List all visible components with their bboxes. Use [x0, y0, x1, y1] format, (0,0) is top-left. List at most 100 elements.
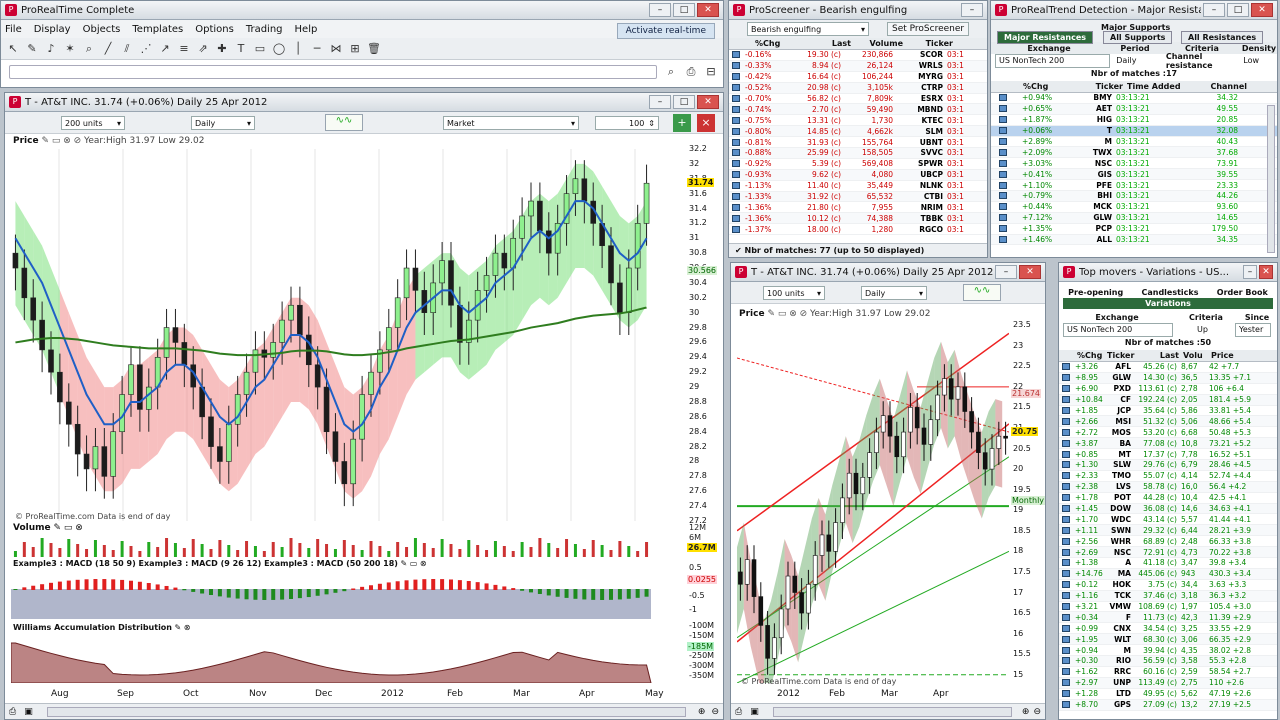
mini-chart-icon[interactable] — [732, 116, 740, 124]
movers-row[interactable]: +1.28 LTD 49.95 (c) 5,62 47.19 +2.6 — [1059, 689, 1277, 700]
mini-chart-icon[interactable] — [999, 94, 1007, 102]
mini-chart-icon[interactable] — [732, 105, 740, 113]
trend-period-select[interactable]: Daily — [1110, 56, 1166, 65]
mini-chart-icon[interactable] — [732, 84, 740, 92]
fibonacci-icon[interactable]: ≡ — [176, 41, 192, 57]
mini-chart-icon[interactable] — [1062, 483, 1070, 491]
trend-row[interactable]: +2.09% TWX 03:13:21 37.68 — [991, 147, 1277, 159]
mini-chart-icon[interactable] — [1062, 548, 1070, 556]
movers-col-ticker[interactable]: Ticker — [1105, 351, 1135, 360]
chart1-count-input[interactable]: 100 ⇕ — [595, 116, 659, 130]
chart1-macd-panel[interactable] — [11, 569, 685, 619]
trend-row[interactable]: +1.87% HIG 03:13:21 20.85 — [991, 115, 1277, 126]
mini-chart-icon[interactable] — [732, 214, 740, 222]
screener-row[interactable]: -0.88% 25.99 (c) 158,505 SVVC 03:1 — [729, 148, 987, 159]
movers-row[interactable]: +1.16 TCK 37.46 (c) 3,18 36.3 +3.2 — [1059, 590, 1277, 602]
movers-row[interactable]: +1.95 WLT 68.30 (c) 3,06 66.35 +2.9 — [1059, 634, 1277, 646]
screener-row[interactable]: -0.75% 13.31 (c) 1,730 KTEC 03:1 — [729, 115, 987, 127]
text-icon[interactable]: T — [233, 41, 249, 57]
trend-row[interactable]: +0.06% T 03:13:21 32.08 — [991, 125, 1277, 137]
activate-realtime-button[interactable]: Activate real-time — [616, 23, 715, 39]
movers-close-button[interactable]: ✕ — [1259, 265, 1273, 279]
chart2-style-icon[interactable]: ∿∿ — [963, 284, 1001, 301]
screener-row[interactable]: -0.70% 56.82 (c) 7,809k ESRX 03:1 — [729, 94, 987, 105]
mini-chart-icon[interactable] — [1062, 526, 1070, 534]
chart1-market-select[interactable]: Market ▾ — [443, 116, 579, 130]
chart1-title-bar[interactable]: P T - AT&T INC. 31.74 (+0.06%) Daily 25 … — [5, 93, 723, 112]
movers-row[interactable]: +0.34 F 11.73 (c) 42,3 11.39 +2.9 — [1059, 612, 1277, 624]
menu-help[interactable]: Help — [295, 24, 318, 35]
menu-templates[interactable]: Templates — [132, 24, 183, 35]
rectangle-icon[interactable]: ▭ — [252, 41, 268, 57]
close-button[interactable]: ✕ — [697, 3, 719, 17]
screener-row[interactable]: -0.52% 20.98 (c) 3,105k CTRP 03:1 — [729, 82, 987, 94]
mini-chart-icon[interactable] — [1062, 363, 1070, 371]
remove-indicator-icon[interactable]: × — [697, 114, 715, 132]
movers-row[interactable]: +2.33 TMO 55.07 (c) 4,14 52.74 +4.4 — [1059, 471, 1277, 482]
mini-chart-icon[interactable] — [732, 127, 740, 135]
mini-chart-icon[interactable] — [1062, 701, 1070, 709]
menu-options[interactable]: Options — [195, 24, 234, 35]
mini-chart-icon[interactable] — [999, 138, 1007, 145]
movers-row[interactable]: +3.26 AFL 45.26 (c) 8,67 42 +7.7 — [1059, 362, 1277, 373]
mini-chart-icon[interactable] — [1062, 581, 1070, 589]
movers-row[interactable]: +8.70 GPS 27.09 (c) 13,2 27.19 +2.5 — [1059, 699, 1277, 711]
trend-row[interactable]: +0.94% BMY 03:13:21 34.32 — [991, 93, 1277, 104]
tab-candlesticks[interactable]: Candlesticks — [1141, 288, 1198, 297]
movers-row[interactable]: +2.66 MSI 51.32 (c) 5,06 48.66 +5.4 — [1059, 416, 1277, 428]
mini-chart-icon[interactable] — [999, 159, 1007, 167]
movers-since-select[interactable]: Yester — [1235, 322, 1271, 337]
chart1-period-select[interactable]: Daily ▾ — [191, 116, 255, 130]
minimize-button[interactable]: – — [649, 3, 671, 17]
movers-row[interactable]: +1.38 A 41.18 (c) 3,47 39.8 +3.4 — [1059, 558, 1277, 569]
tab-all-supports[interactable]: All Supports — [1103, 31, 1173, 44]
layout-icon[interactable]: ⊟ — [703, 64, 719, 80]
trend-close-button[interactable]: ✕ — [1251, 3, 1273, 17]
movers-row[interactable]: +8.95 GLW 14.30 (c) 36,5 13.35 +7.1 — [1059, 372, 1277, 384]
movers-col-volume[interactable]: Volu — [1181, 351, 1209, 360]
mini-chart-icon[interactable] — [1062, 515, 1070, 523]
screener-row[interactable]: -0.93% 9.62 (c) 4,080 UBCP 03:1 — [729, 169, 987, 181]
trend-row[interactable]: +1.46% ALL 03:13:21 34.35 — [991, 234, 1277, 246]
trend-density-select[interactable]: Low — [1243, 56, 1277, 65]
main-title-bar[interactable]: P ProRealTime Complete – □ ✕ — [1, 1, 723, 20]
trend-row[interactable]: +0.41% GIS 03:13:21 39.55 — [991, 169, 1277, 181]
mini-chart-icon[interactable] — [732, 171, 740, 179]
movers-criteria-select[interactable]: Up — [1173, 325, 1235, 334]
trend-row[interactable]: +2.89% M 03:13:21 40.43 — [991, 137, 1277, 148]
tab-pre-opening[interactable]: Pre-opening — [1068, 288, 1123, 297]
mini-chart-icon[interactable] — [1062, 396, 1070, 404]
movers-row[interactable]: +1.85 JCP 35.64 (c) 5,86 33.81 +5.4 — [1059, 406, 1277, 417]
mini-chart-icon[interactable] — [1062, 374, 1070, 382]
tab-variations[interactable]: Variations — [1063, 298, 1273, 309]
chart2-units-select[interactable]: 100 units ▾ — [763, 286, 825, 300]
mini-chart-icon[interactable] — [1062, 635, 1070, 643]
trend-row[interactable]: +0.44% MCK 03:13:21 93.60 — [991, 202, 1277, 213]
chart2-minimize-button[interactable]: – — [995, 265, 1017, 279]
trend-exchange-select[interactable]: US NonTech 200 — [995, 53, 1111, 68]
movers-row[interactable]: +2.69 NSC 72.91 (c) 4,73 70.22 +3.8 — [1059, 547, 1277, 559]
mini-chart-icon[interactable] — [1062, 657, 1070, 665]
trend-row[interactable]: +0.79% BHI 03:13:21 44.26 — [991, 191, 1277, 202]
zoom-icon[interactable]: ⌕ — [81, 41, 97, 57]
chart2-zoom-out-icon[interactable]: ⊖ — [1033, 707, 1041, 717]
chart2-camera-icon[interactable]: ▣ — [750, 707, 759, 717]
screener-row[interactable]: -1.36% 10.12 (c) 74,388 TBBK 03:1 — [729, 213, 987, 225]
horizontal-line-icon[interactable]: ─ — [309, 41, 325, 57]
col-volume[interactable]: Volume — [853, 39, 905, 48]
command-bar[interactable] — [9, 65, 657, 79]
mini-chart-icon[interactable] — [1062, 417, 1070, 425]
mini-chart-icon[interactable] — [999, 236, 1007, 244]
mini-chart-icon[interactable] — [732, 149, 740, 157]
screener-row[interactable]: -0.80% 14.85 (c) 4,662k SLM 03:1 — [729, 126, 987, 138]
status-camera-icon[interactable]: ▣ — [24, 707, 33, 717]
movers-row[interactable]: +3.21 VMW 108.69 (c) 1,97 105.4 +3.0 — [1059, 602, 1277, 613]
col-chg[interactable]: %Chg — [753, 39, 797, 48]
col-last[interactable]: Last — [797, 39, 853, 48]
mini-chart-icon[interactable] — [732, 62, 740, 70]
movers-row[interactable]: +0.94 M 39.94 (c) 4,35 38.02 +2.8 — [1059, 645, 1277, 657]
movers-row[interactable]: +2.56 WHR 68.89 (c) 2,48 66.33 +3.8 — [1059, 536, 1277, 548]
movers-row[interactable]: +1.30 SLW 29.76 (c) 6,79 28.46 +4.5 — [1059, 460, 1277, 471]
tab-all-resistances[interactable]: All Resistances — [1181, 31, 1264, 44]
movers-col-chg[interactable]: %Chg — [1075, 351, 1105, 360]
